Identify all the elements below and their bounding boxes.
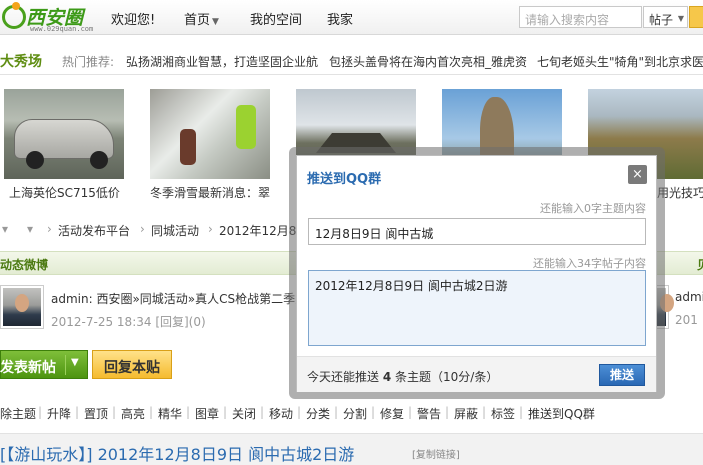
avatar-image xyxy=(3,288,41,326)
mod-link[interactable]: 标签 xyxy=(491,405,515,422)
hot-recommend-bar: 大秀场 热门推荐: 弘扬湖湘商业智慧，打造坚固企业航 包拯头盖骨将在海内首次亮相… xyxy=(0,45,703,75)
hot-label: 热门推荐: xyxy=(62,55,115,69)
mod-link[interactable]: 精华 xyxy=(158,405,182,422)
skier-shape xyxy=(180,129,196,165)
mod-link[interactable]: 屏蔽 xyxy=(454,405,478,422)
chevron-right-icon: › xyxy=(47,222,52,236)
mod-link[interactable]: 关闭 xyxy=(232,405,256,422)
hot-link[interactable]: 弘扬湖湘商业智慧，打造坚固企业航 xyxy=(126,53,318,70)
site-logo[interactable]: 西安圈 www.029quan.com xyxy=(0,2,105,33)
quota-prefix: 今天还能推送 xyxy=(307,370,380,384)
weibo-right-meta: 201 xyxy=(675,313,698,327)
mod-link[interactable]: 警告 xyxy=(417,405,441,422)
mod-link[interactable]: 分类 xyxy=(306,405,330,422)
separator: | xyxy=(112,405,117,419)
wheel-shape xyxy=(26,151,44,169)
mod-link[interactable]: 置顶 xyxy=(84,405,108,422)
chevron-down-icon: ▼ xyxy=(677,14,684,23)
skier-shape xyxy=(236,105,256,149)
separator: | xyxy=(186,405,191,419)
thread-title[interactable]: [【游山玩水】] 2012年12月8日9日 阆中古城2日游 xyxy=(0,441,354,465)
weibo-post-text[interactable]: admin: 西安圈»同城活动»真人CS枪战第二季火 xyxy=(51,290,307,307)
top-header: 西安圈 www.029quan.com 欢迎您! 首页 ▼ 我的空间 我家 请输入… xyxy=(0,0,703,35)
chevron-down-icon: ▾ xyxy=(2,222,9,236)
push-to-qq-dialog: 推送到QQ群 × 还能输入0字主题内容 12月8日9日 阆中古城 还能输入34字… xyxy=(296,155,657,392)
mod-link[interactable]: 分割 xyxy=(343,405,367,422)
logo-url: www.029quan.com xyxy=(30,25,94,33)
welcome-text: 欢迎您! xyxy=(111,13,156,28)
breadcrumb-item[interactable]: 同城活动 xyxy=(151,222,199,239)
mod-link[interactable]: 升降 xyxy=(47,405,71,422)
hot-link[interactable]: 包拯头盖骨将在海内首次亮相_雅虎资 xyxy=(329,53,527,70)
separator: | xyxy=(260,405,265,419)
hot-link[interactable]: 七旬老姬头生"犄角"到北京求医 xyxy=(537,53,703,70)
content-hint: 还能输入34字帖子内容 xyxy=(533,257,646,270)
button-divider xyxy=(65,355,66,375)
chevron-right-icon: › xyxy=(140,222,145,236)
search-type-select[interactable]: 帖子 ▼ xyxy=(643,6,688,28)
weibo-right-title: 见 xyxy=(697,256,703,273)
mod-link[interactable]: 修复 xyxy=(380,405,404,422)
mod-link[interactable]: 除主题 xyxy=(0,405,36,422)
mod-link[interactable]: 推送到QQ群 xyxy=(528,405,595,422)
photo-caption[interactable]: 上海英伦SC715低价 xyxy=(9,184,120,201)
nav-my-space[interactable]: 我的空间 xyxy=(250,9,302,28)
breadcrumb-item[interactable]: 活动发布平台 xyxy=(58,222,130,239)
separator: | xyxy=(371,405,376,419)
quota-count: 4 xyxy=(382,370,392,384)
push-button[interactable]: 推送 xyxy=(599,364,645,386)
separator: | xyxy=(297,405,302,419)
content-textarea[interactable]: 2012年12月8日9日 阆中古城2日游 xyxy=(308,270,646,346)
dialog-title: 推送到QQ群 xyxy=(307,172,382,187)
photo-caption[interactable]: 冬季滑雪最新消息：翠 xyxy=(150,184,270,201)
separator: | xyxy=(408,405,413,419)
push-quota: 今天还能推送 4 条主题（10分/条） xyxy=(307,368,498,385)
new-post-label: 发表新帖 xyxy=(0,360,56,376)
moderation-toolbar: 除主题 | 升降 | 置顶 | 高亮 | 精华 | 图章 | 关闭 | 移动 |… xyxy=(0,405,703,423)
copy-link[interactable]: [复制链接] xyxy=(412,446,460,461)
nav-home-label: 首页 xyxy=(184,13,211,28)
weibo-post-meta: 2012-7-25 18:34 [回复](0) xyxy=(51,315,206,329)
quota-suffix: 条主题（10分/条） xyxy=(395,370,499,384)
weibo-title: 动态微博 xyxy=(0,258,49,272)
wheel-shape xyxy=(90,151,108,169)
separator: | xyxy=(149,405,154,419)
subject-input[interactable]: 12月8日9日 阆中古城 xyxy=(308,218,646,245)
separator: | xyxy=(223,405,228,419)
search-type-label: 帖子 xyxy=(649,13,674,27)
search-button[interactable] xyxy=(689,6,703,28)
search-input[interactable]: 请输入搜索内容 xyxy=(519,6,642,28)
mod-link[interactable]: 高亮 xyxy=(121,405,145,422)
logo-mark-icon xyxy=(2,2,26,29)
mod-link[interactable]: 图章 xyxy=(195,405,219,422)
chevron-right-icon: › xyxy=(208,222,213,236)
page: 西安圈 www.029quan.com 欢迎您! 首页 ▼ 我的空间 我家 请输入… xyxy=(0,0,703,465)
separator: | xyxy=(75,405,80,419)
photo-thumbnail[interactable] xyxy=(4,89,124,179)
show-section-title: 大秀场 xyxy=(0,54,42,70)
close-icon[interactable]: × xyxy=(628,165,647,184)
reply-button[interactable]: 回复本贴 xyxy=(92,350,172,379)
subject-hint: 还能输入0字主题内容 xyxy=(540,202,646,215)
nav-home[interactable]: 首页 ▼ xyxy=(184,9,219,28)
separator: | xyxy=(445,405,450,419)
chevron-down-icon: ▾ xyxy=(27,222,34,236)
thread-title-bar: [【游山玩水】] 2012年12月8日9日 阆中古城2日游 [复制链接] xyxy=(0,433,703,465)
separator: | xyxy=(38,405,43,419)
mod-link[interactable]: 移动 xyxy=(269,405,293,422)
weibo-right-name[interactable]: admin xyxy=(675,290,703,304)
photo-thumbnail[interactable] xyxy=(150,89,270,179)
chevron-down-icon[interactable]: ▼ xyxy=(71,357,79,368)
separator: | xyxy=(482,405,487,419)
avatar[interactable] xyxy=(0,285,44,329)
separator: | xyxy=(519,405,524,419)
dialog-footer: 今天还能推送 4 条主题（10分/条） 推送 xyxy=(297,356,656,392)
chevron-down-icon: ▼ xyxy=(212,17,219,27)
nav-my-home[interactable]: 我家 xyxy=(327,9,353,28)
separator: | xyxy=(334,405,339,419)
new-post-button[interactable]: 发表新帖 ▼ xyxy=(0,350,88,379)
